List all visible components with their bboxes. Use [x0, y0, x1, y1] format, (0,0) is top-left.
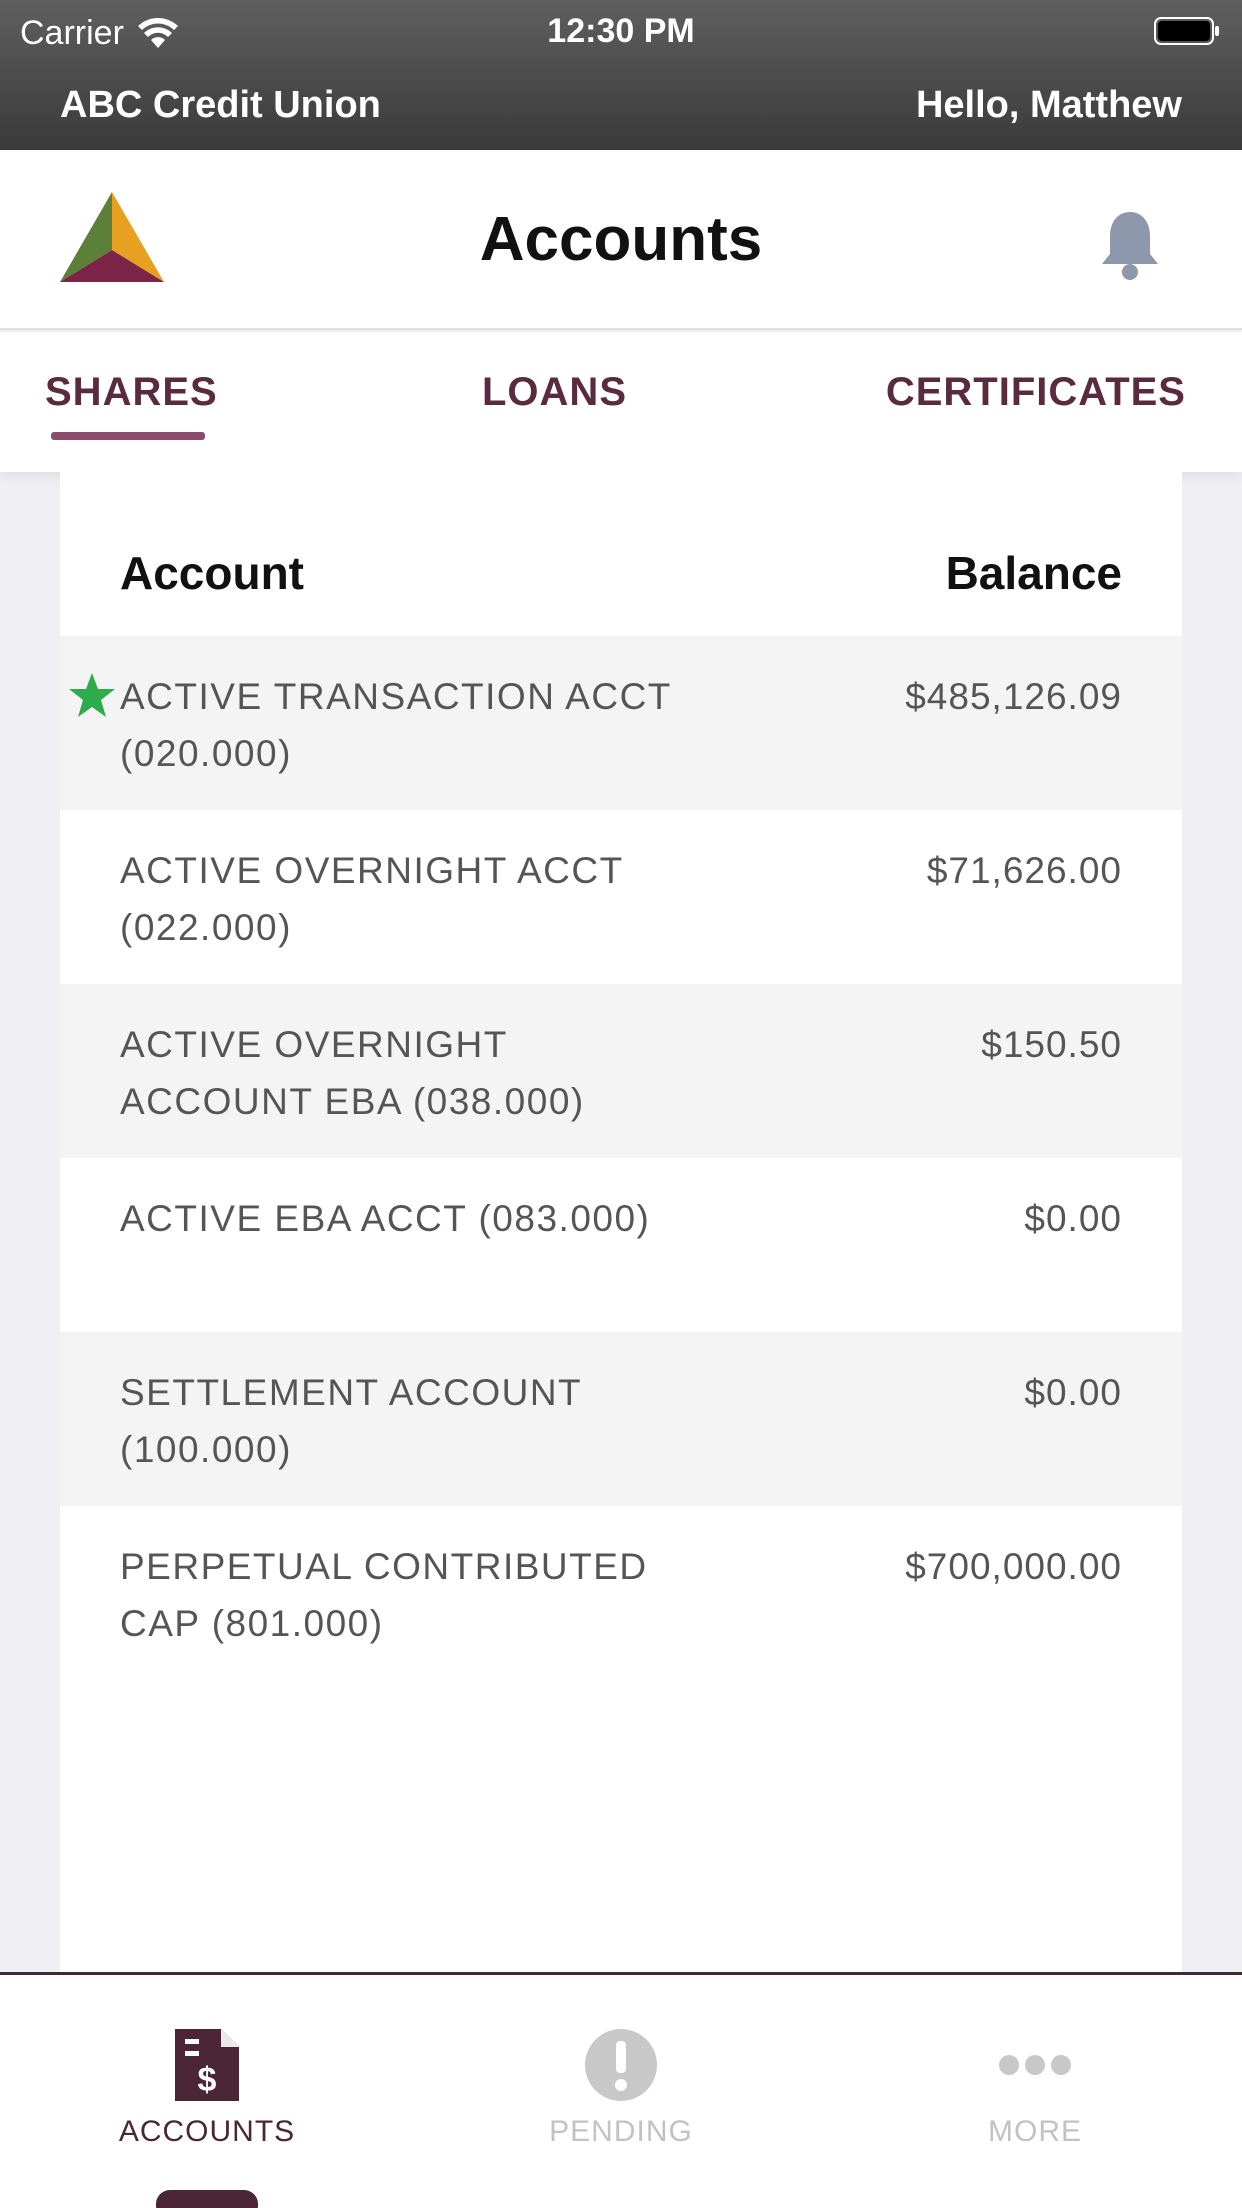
- selected-tab-indicator: [51, 432, 205, 440]
- account-balance: $71,626.00: [926, 850, 1122, 891]
- document-dollar-icon: $: [175, 2029, 239, 2101]
- svg-text:$: $: [198, 2061, 217, 2099]
- account-balance: $0.00: [1024, 1198, 1122, 1239]
- column-header-balance: Balance: [945, 547, 1122, 599]
- table-row[interactable]: ACTIVE EBA ACCT (083.000) $0.00: [60, 1158, 1182, 1332]
- app-header: Carrier 12:30 PM ABC Credit Union Hello,…: [0, 0, 1242, 150]
- account-name: PERPETUAL CONTRIBUTED CAP (801.000): [120, 1546, 648, 1644]
- bottom-tab-bar: $ ACCOUNTS PENDING MORE: [0, 1972, 1242, 2208]
- institution-name: ABC Credit Union: [60, 84, 381, 126]
- account-name: ACTIVE OVERNIGHT ACCOUNT EBA (038.000): [120, 1024, 585, 1122]
- battery-icon: [1154, 17, 1219, 45]
- account-balance: $700,000.00: [905, 1546, 1122, 1587]
- account-name: ACTIVE EBA ACCT (083.000): [120, 1198, 651, 1239]
- account-type-tabs: SHARES LOANS CERTIFICATES: [0, 332, 1242, 472]
- account-name: ACTIVE OVERNIGHT ACCT (022.000): [120, 850, 623, 948]
- ellipsis-icon: [999, 2055, 1071, 2075]
- account-balance: $150.50: [981, 1024, 1122, 1065]
- table-row[interactable]: ACTIVE TRANSACTION ACCT (020.000) $485,1…: [60, 636, 1182, 810]
- favorite-star-icon[interactable]: [68, 672, 116, 718]
- tabbar-label-more: MORE: [988, 2115, 1082, 2148]
- account-balance: $0.00: [1024, 1372, 1122, 1413]
- tabbar-item-more[interactable]: MORE: [828, 1975, 1242, 2175]
- exclamation-circle-icon: [585, 2029, 657, 2101]
- table-header: Account Balance: [60, 472, 1182, 636]
- title-bar: Accounts: [0, 150, 1242, 330]
- home-indicator: [156, 2190, 258, 2208]
- table-row[interactable]: ACTIVE OVERNIGHT ACCT (022.000) $71,626.…: [60, 810, 1182, 984]
- account-name: ACTIVE TRANSACTION ACCT (020.000): [120, 676, 672, 774]
- tab-certificates[interactable]: CERTIFICATES: [886, 370, 1186, 415]
- table-row[interactable]: PERPETUAL CONTRIBUTED CAP (801.000) $700…: [60, 1506, 1182, 1680]
- user-greeting: Hello, Matthew: [915, 84, 1182, 126]
- account-balance: $485,126.09: [905, 676, 1122, 717]
- tab-shares[interactable]: SHARES: [45, 370, 218, 415]
- tabbar-item-accounts[interactable]: $ ACCOUNTS: [0, 1975, 414, 2175]
- table-row[interactable]: SETTLEMENT ACCOUNT (100.000) $0.00: [60, 1332, 1182, 1506]
- notification-bell-icon[interactable]: [1098, 208, 1162, 282]
- column-header-account: Account: [120, 547, 304, 599]
- tabbar-label-pending: PENDING: [549, 2115, 693, 2148]
- page-title: Accounts: [479, 205, 763, 274]
- tabbar-item-pending[interactable]: PENDING: [414, 1975, 828, 2175]
- tabbar-label-accounts: ACCOUNTS: [118, 2115, 296, 2148]
- table-row[interactable]: ACTIVE OVERNIGHT ACCOUNT EBA (038.000) $…: [60, 984, 1182, 1158]
- tab-loans[interactable]: LOANS: [482, 370, 627, 415]
- accounts-table: Account Balance ACTIVE TRANSACTION ACCT …: [60, 472, 1182, 1972]
- status-time: 12:30 PM: [547, 12, 695, 50]
- account-name: SETTLEMENT ACCOUNT (100.000): [120, 1372, 582, 1470]
